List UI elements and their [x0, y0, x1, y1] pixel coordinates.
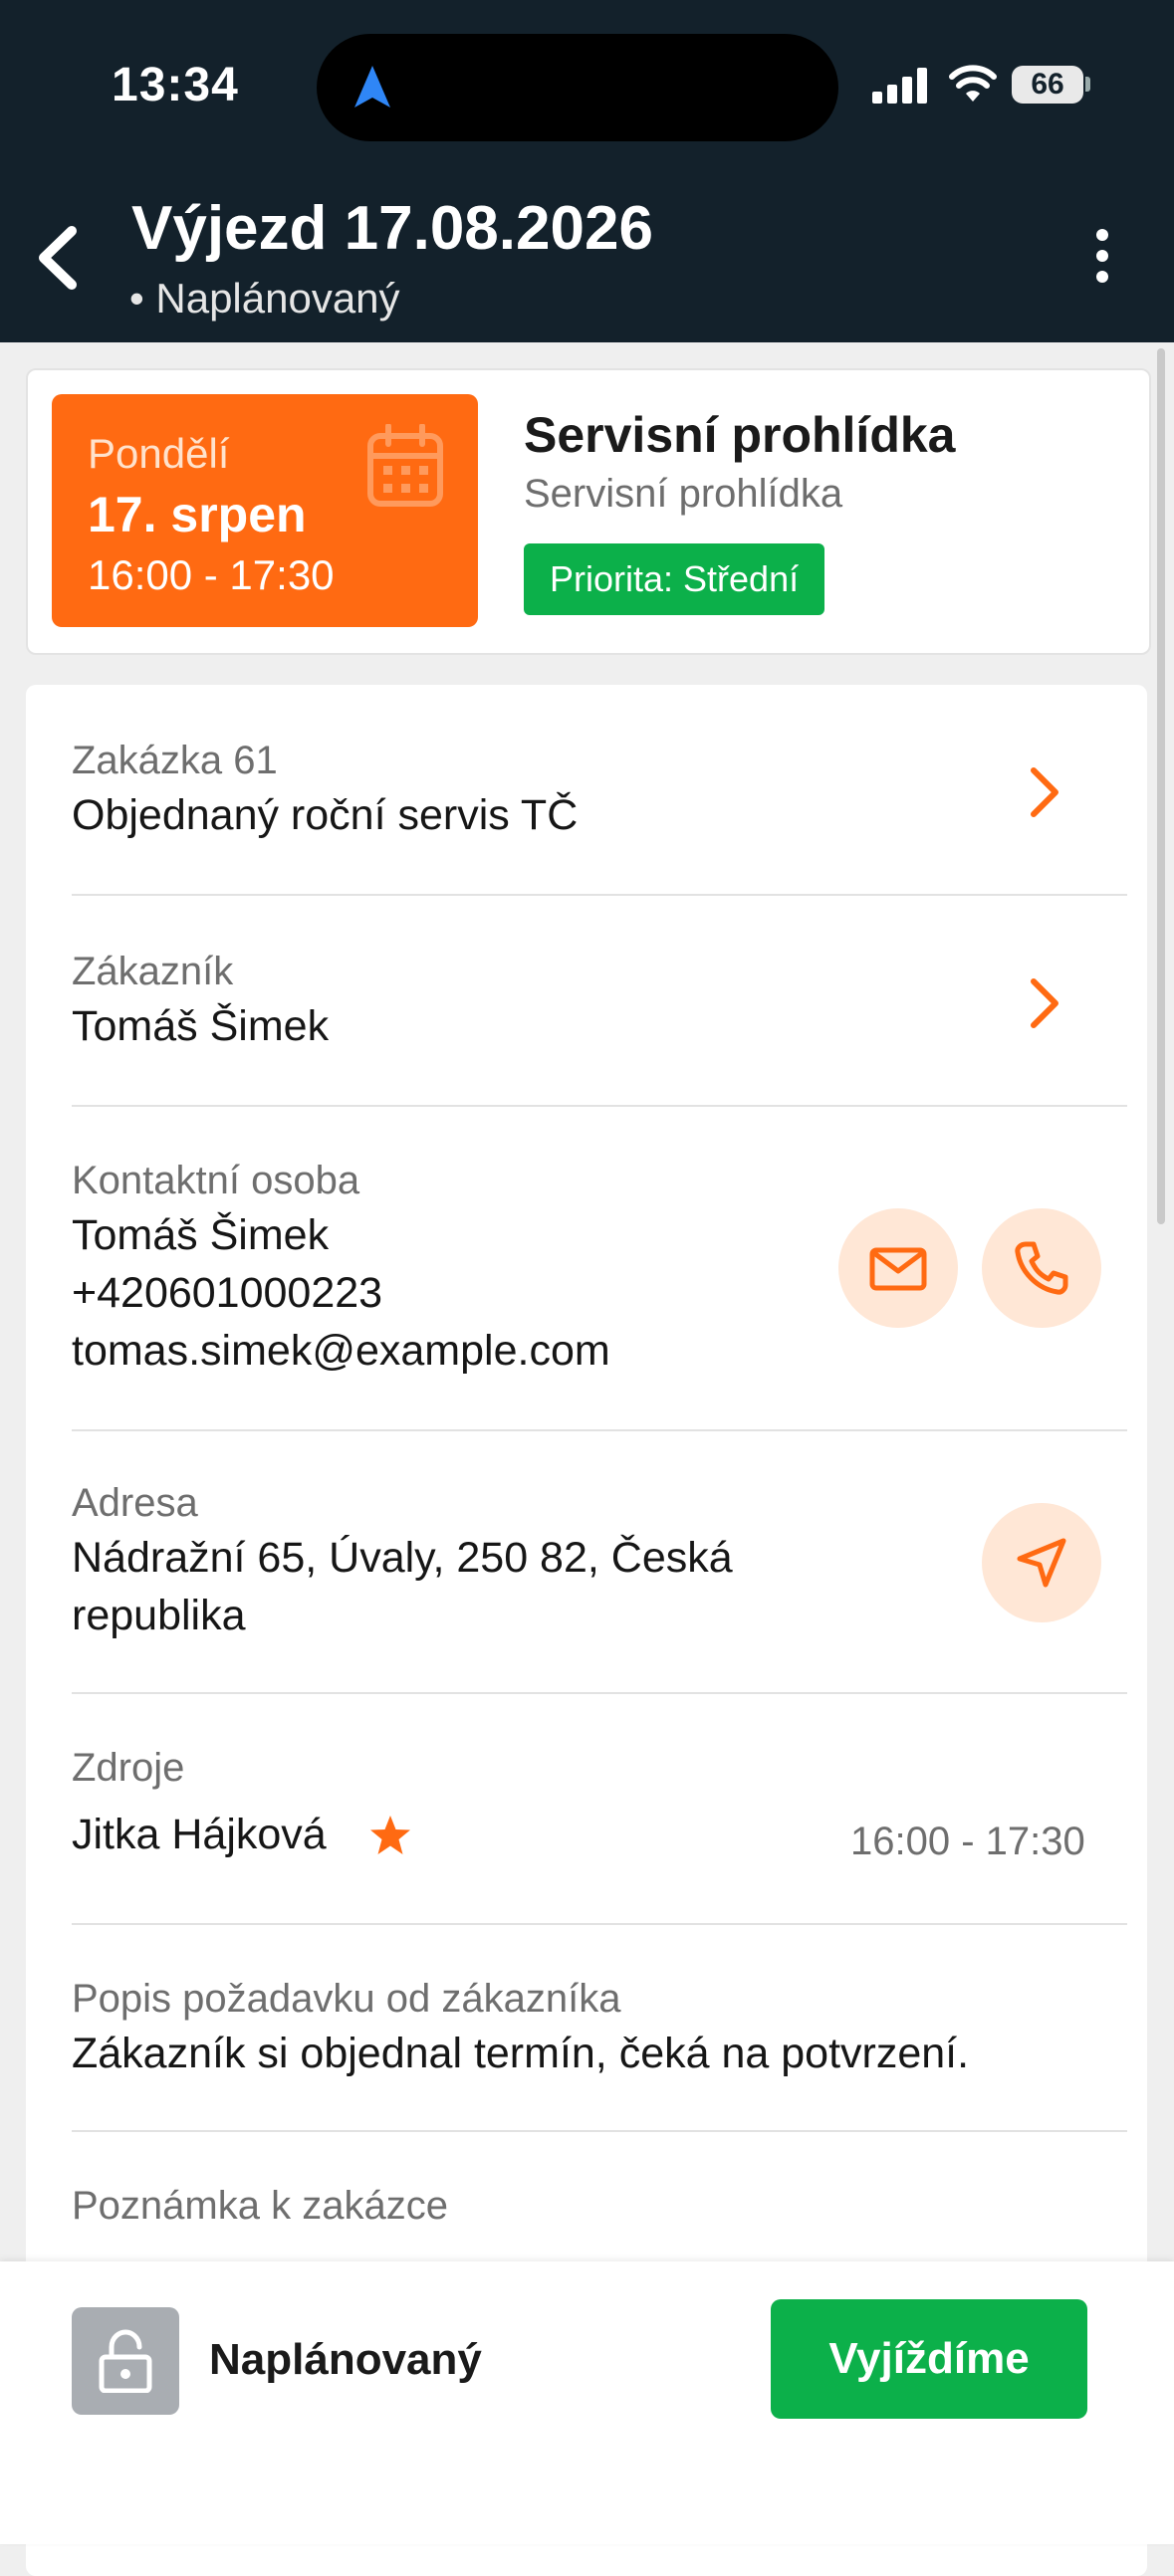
- service-subtitle: Servisní prohlídka: [524, 472, 843, 516]
- order-label: Zakázka 61: [72, 739, 278, 782]
- wifi-icon: [949, 65, 997, 102]
- page-title: Výjezd 17.08.2026: [131, 194, 653, 263]
- location-arrow-icon: [354, 66, 390, 107]
- date-box: Pondělí 17. srpen 16:00 - 17:30: [52, 394, 478, 627]
- back-button[interactable]: [30, 223, 90, 293]
- address-line-1: Nádražní 65, Úvaly, 250 82, Česká: [72, 1534, 733, 1582]
- customer-value: Tomáš Šimek: [72, 1002, 330, 1050]
- order-value: Objednaný roční servis TČ: [72, 791, 579, 839]
- customer-label: Zákazník: [72, 950, 234, 993]
- request-value: Zákazník si objednal termín, čeká na pot…: [72, 2030, 970, 2077]
- navigate-button[interactable]: [982, 1503, 1101, 1622]
- navigation-icon: [1017, 1538, 1066, 1588]
- contact-email: tomas.simek@example.com: [72, 1327, 610, 1375]
- star-icon: [370, 1816, 410, 1854]
- divider: [72, 1105, 1127, 1107]
- service-title: Servisní prohlídka: [524, 407, 956, 463]
- resource-time: 16:00 - 17:30: [850, 1820, 1085, 1863]
- scrollbar[interactable]: [1157, 348, 1165, 1224]
- dot-icon: [1096, 271, 1108, 283]
- request-label: Popis požadavku od zákazníka: [72, 1977, 621, 2021]
- phone-icon: [1015, 1241, 1068, 1295]
- divider: [72, 894, 1127, 896]
- contact-label: Kontaktní osoba: [72, 1159, 360, 1202]
- dot-icon: [1096, 229, 1108, 241]
- current-status: Naplánovaný: [209, 2335, 482, 2384]
- app-header: 13:34 66 Výjezd 17.08.2026 • Naplánovaný: [0, 0, 1174, 342]
- page-status: • Naplánovaný: [129, 275, 400, 322]
- depart-button[interactable]: Vyjíždíme: [771, 2299, 1087, 2419]
- divider: [72, 1923, 1127, 1925]
- dynamic-island: [317, 34, 838, 141]
- address-label: Adresa: [72, 1481, 198, 1525]
- divider: [72, 1692, 1127, 1694]
- resources-label: Zdroje: [72, 1746, 185, 1790]
- signal-icon: [872, 68, 927, 104]
- chevron-right-icon: [1031, 767, 1058, 817]
- summary-card: Pondělí 17. srpen 16:00 - 17:30 Servisní…: [26, 368, 1151, 655]
- call-button[interactable]: [982, 1208, 1101, 1328]
- priority-badge: Priorita: Střední: [524, 543, 825, 615]
- contact-phone: +420601000223: [72, 1269, 383, 1317]
- date-date: 17. srpen: [88, 487, 307, 542]
- note-label: Poznámka k zakázce: [72, 2184, 448, 2228]
- divider: [72, 2130, 1127, 2132]
- divider: [72, 1429, 1127, 1431]
- chevron-right-icon: [1031, 978, 1058, 1028]
- battery-indicator: 66: [1012, 66, 1083, 104]
- calendar-icon: [367, 424, 443, 507]
- email-button[interactable]: [838, 1208, 958, 1328]
- status-time: 13:34: [112, 59, 239, 111]
- address-line-2: republika: [72, 1592, 246, 1639]
- chevron-left-icon: [39, 226, 77, 290]
- lock-button[interactable]: [72, 2307, 179, 2415]
- contact-name: Tomáš Šimek: [72, 1211, 330, 1259]
- bottom-action-bar: Naplánovaný Vyjíždíme: [0, 2261, 1174, 2544]
- date-time: 16:00 - 17:30: [88, 551, 335, 598]
- mail-icon: [869, 1247, 927, 1291]
- date-day: Pondělí: [88, 430, 230, 477]
- battery-tip: [1085, 77, 1090, 92]
- lock-open-icon: [99, 2329, 152, 2393]
- resource-name: Jitka Hájková: [72, 1811, 327, 1858]
- dot-icon: [1096, 250, 1108, 262]
- more-options-button[interactable]: [1081, 229, 1123, 293]
